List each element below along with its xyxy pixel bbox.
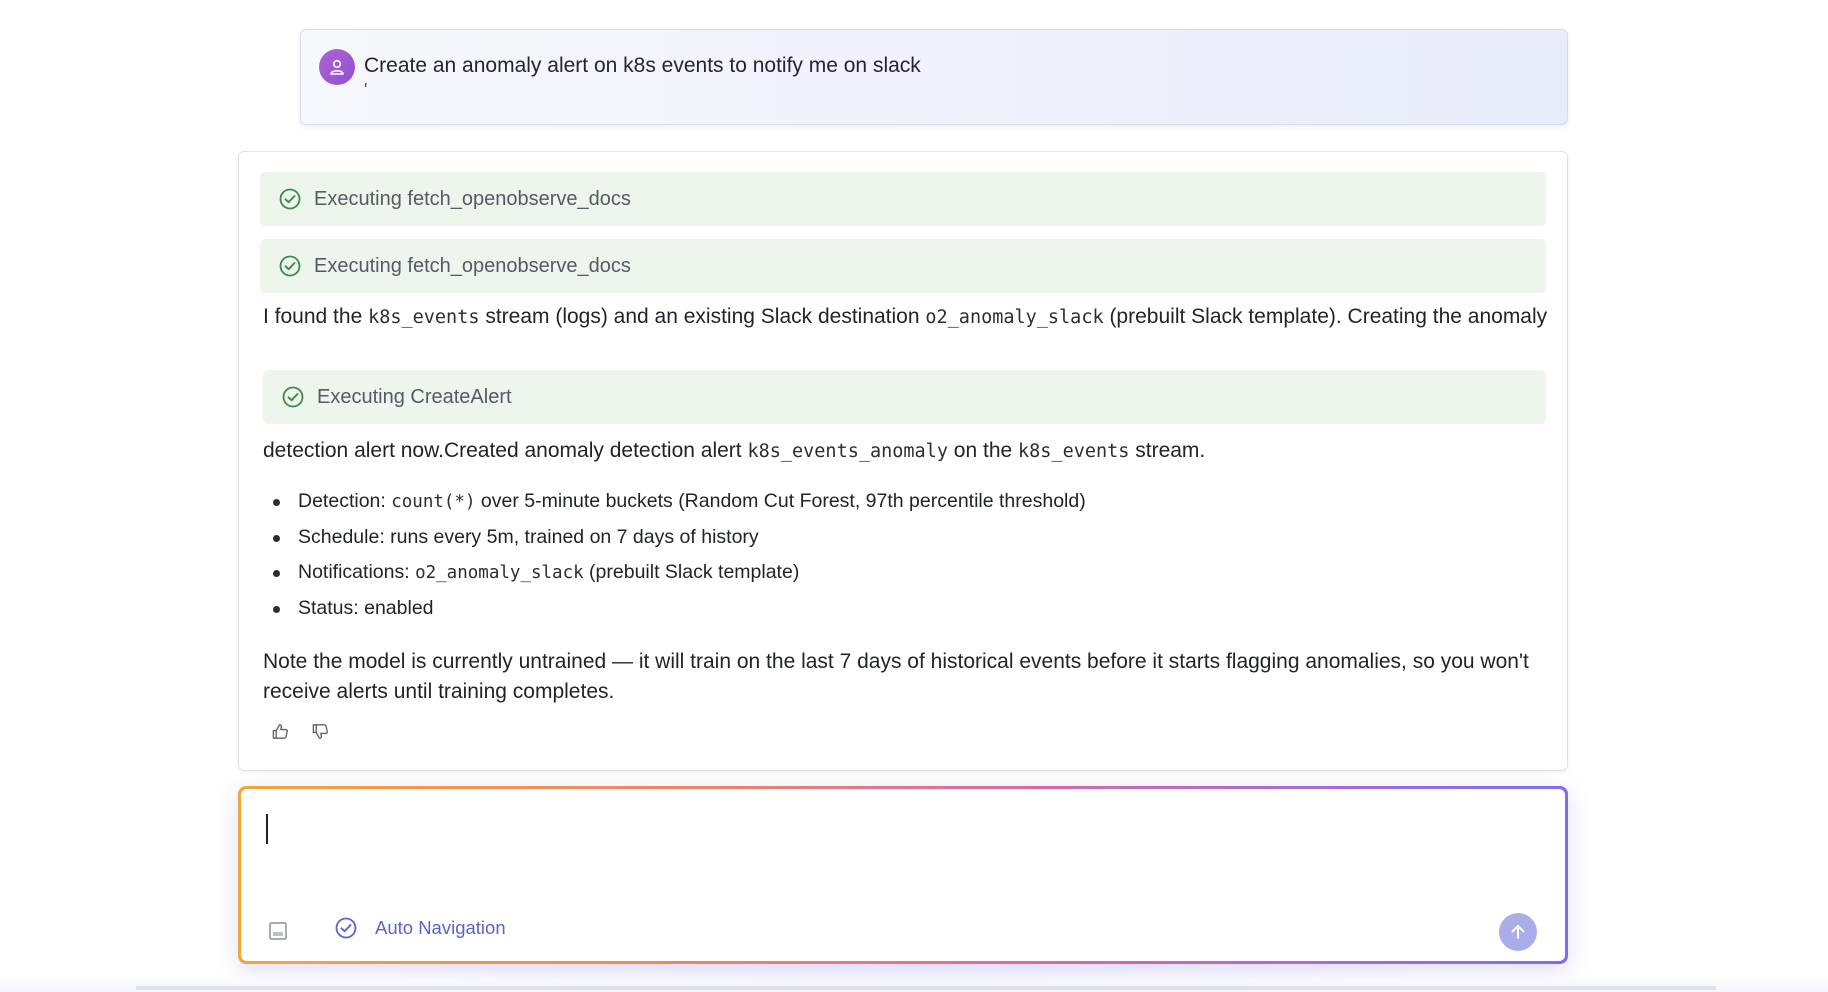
text-run: I found the [263, 305, 369, 328]
thumbs-up-icon [272, 723, 288, 739]
image-icon [269, 922, 287, 940]
tool-call-label: Executing fetch_openobserve_docs [314, 254, 631, 277]
tool-call-label: Executing CreateAlert [317, 385, 512, 408]
auto-navigation-label: Auto Navigation [375, 917, 506, 938]
text-run: Detection: [298, 490, 392, 512]
text-run: Notifications: [298, 561, 416, 583]
text-run: on the [947, 439, 1019, 462]
chat-composer: Auto Navigation [238, 786, 1568, 964]
message-input[interactable] [263, 807, 1537, 871]
chat-view: Create an anomaly alert on k8s events to… [0, 0, 1828, 992]
user-icon [330, 59, 344, 75]
text-run: Status: enabled [298, 597, 434, 619]
assistant-response-card: Executing fetch_openobserve_docs Executi… [238, 151, 1568, 771]
text-run: detection alert now.Created anomaly dete… [263, 439, 748, 462]
list-item: Detection: count(*) over 5-minute bucket… [269, 484, 1086, 520]
check-circle-icon [279, 188, 301, 210]
text-run: over 5-minute buckets (Random Cut Forest… [475, 490, 1086, 512]
attach-image-button[interactable] [267, 920, 289, 942]
text-run: (prebuilt Slack template) [583, 561, 800, 583]
check-circle-icon [279, 255, 301, 277]
send-button[interactable] [1499, 913, 1537, 951]
inline-code: o2_anomaly_slack [415, 563, 584, 583]
user-avatar [319, 49, 355, 85]
text-run: (prebuilt Slack template). Creating the … [1103, 305, 1548, 328]
tool-call-item[interactable]: Executing CreateAlert [263, 370, 1546, 424]
text-run: stream (logs) and an existing Slack dest… [479, 305, 926, 328]
text-caret [266, 814, 268, 844]
check-circle-icon [335, 917, 357, 939]
inline-code: count(*) [391, 492, 476, 512]
inline-code: k8s_events [1018, 441, 1130, 462]
user-message-card: Create an anomaly alert on k8s events to… [300, 29, 1568, 125]
text-run: Schedule: runs every 5m, trained on 7 da… [298, 526, 759, 548]
text-run: stream. [1129, 439, 1206, 462]
composer-body: Auto Navigation [241, 789, 1565, 961]
check-circle-icon [282, 386, 304, 408]
inline-code: o2_anomaly_slack [925, 307, 1104, 328]
list-item: Status: enabled [269, 591, 1086, 626]
user-message-trailing: ' [364, 80, 368, 100]
arrow-up-icon [1511, 925, 1525, 939]
alert-summary-list: Detection: count(*) over 5-minute bucket… [269, 484, 1086, 626]
list-item: Schedule: runs every 5m, trained on 7 da… [269, 520, 1086, 555]
list-item: Notifications: o2_anomaly_slack (prebuil… [269, 555, 1086, 591]
thumbs-down-button[interactable] [309, 720, 331, 742]
response-paragraph: I found the k8s_events stream (logs) and… [263, 302, 1553, 333]
tool-call-label: Executing fetch_openobserve_docs [314, 187, 631, 210]
response-paragraph: detection alert now.Created anomaly dete… [263, 436, 1553, 467]
user-message-text: Create an anomaly alert on k8s events to… [364, 54, 921, 77]
tool-call-item[interactable]: Executing fetch_openobserve_docs [260, 239, 1546, 293]
tool-call-item[interactable]: Executing fetch_openobserve_docs [260, 172, 1546, 226]
bottom-divider [136, 986, 1716, 990]
auto-navigation-toggle[interactable]: Auto Navigation [334, 916, 506, 940]
thumbs-down-icon [312, 723, 328, 739]
inline-code: k8s_events_anomaly [747, 441, 948, 462]
response-note: Note the model is currently untrained — … [263, 650, 1529, 703]
inline-code: k8s_events [368, 307, 480, 328]
feedback-actions [269, 720, 331, 742]
thumbs-up-button[interactable] [269, 720, 291, 742]
